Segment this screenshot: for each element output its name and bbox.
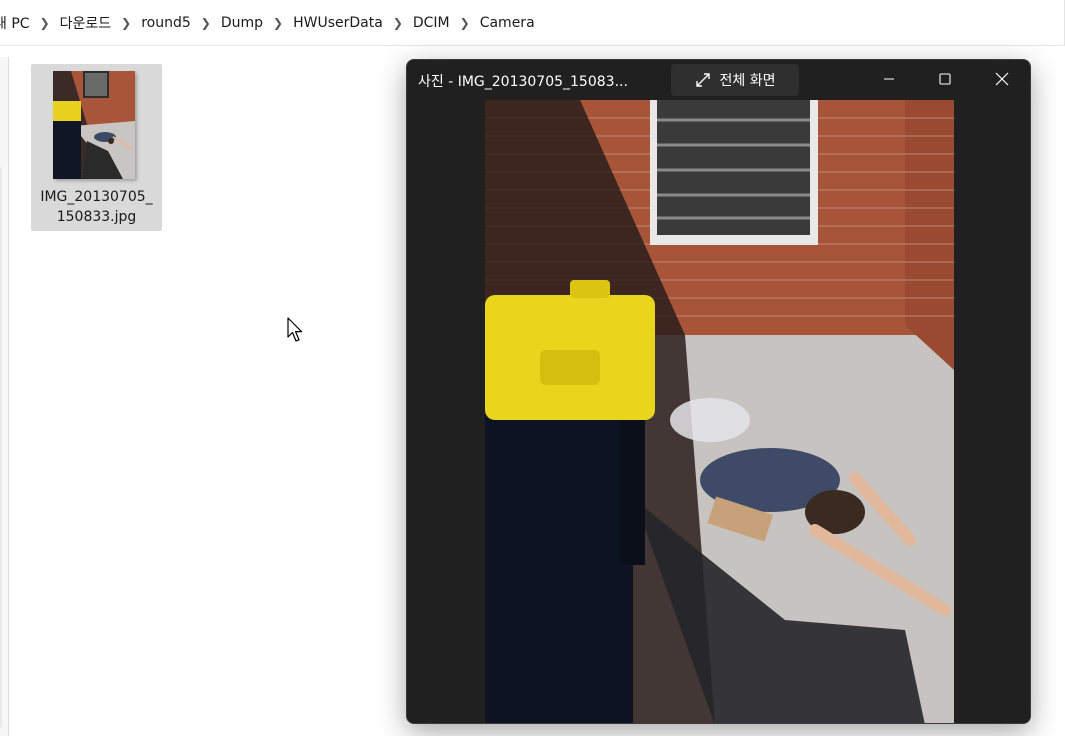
breadcrumb-round5[interactable]: round5: [135, 15, 197, 31]
breadcrumb-dump[interactable]: Dump: [215, 15, 269, 31]
fullscreen-button[interactable]: 전체 화면: [671, 64, 799, 96]
photos-viewer-window[interactable]: 사진 - IMG_20130705_15083... 전체 화면: [406, 59, 1031, 724]
breadcrumb-hwuserdata[interactable]: HWUserData: [287, 15, 389, 31]
chevron-right-icon[interactable]: ❯: [389, 16, 407, 30]
chevron-right-icon[interactable]: ❯: [36, 16, 54, 30]
navigation-pane-edge[interactable]: [0, 57, 9, 736]
photo-image[interactable]: [485, 100, 954, 723]
breadcrumb-camera[interactable]: Camera: [474, 15, 541, 31]
chevron-right-icon[interactable]: ❯: [269, 16, 287, 30]
file-item[interactable]: IMG_20130705_150833.jpg: [31, 64, 162, 231]
address-bar[interactable]: 내 PC ❯ 다운로드 ❯ round5 ❯ Dump ❯ HWUserData…: [0, 0, 1065, 46]
photo-thumbnail-image: [53, 71, 135, 179]
maximize-icon: [939, 73, 951, 85]
fullscreen-label: 전체 화면: [719, 73, 776, 89]
chevron-right-icon[interactable]: ❯: [117, 16, 135, 30]
close-button[interactable]: [974, 60, 1030, 98]
photo-thumbnail: [53, 71, 135, 179]
maximize-button[interactable]: [917, 60, 973, 98]
breadcrumb-downloads[interactable]: 다운로드: [54, 13, 118, 33]
navigation-scrollbar[interactable]: [0, 167, 2, 727]
mouse-cursor-icon: [287, 317, 303, 342]
photo-scene: [485, 100, 954, 723]
chevron-right-icon[interactable]: ❯: [197, 16, 215, 30]
breadcrumb-this-pc[interactable]: 내 PC: [0, 13, 36, 33]
minimize-icon: [884, 78, 894, 80]
expand-icon: [695, 73, 710, 87]
viewer-title: 사진 - IMG_20130705_15083...: [418, 74, 628, 90]
breadcrumb-dcim[interactable]: DCIM: [407, 15, 456, 31]
close-icon: [995, 72, 1009, 86]
minimize-button[interactable]: [861, 60, 917, 98]
chevron-right-icon[interactable]: ❯: [456, 16, 474, 30]
viewer-titlebar[interactable]: 사진 - IMG_20130705_15083... 전체 화면: [407, 60, 1030, 100]
file-name-label: IMG_20130705_150833.jpg: [40, 189, 153, 225]
